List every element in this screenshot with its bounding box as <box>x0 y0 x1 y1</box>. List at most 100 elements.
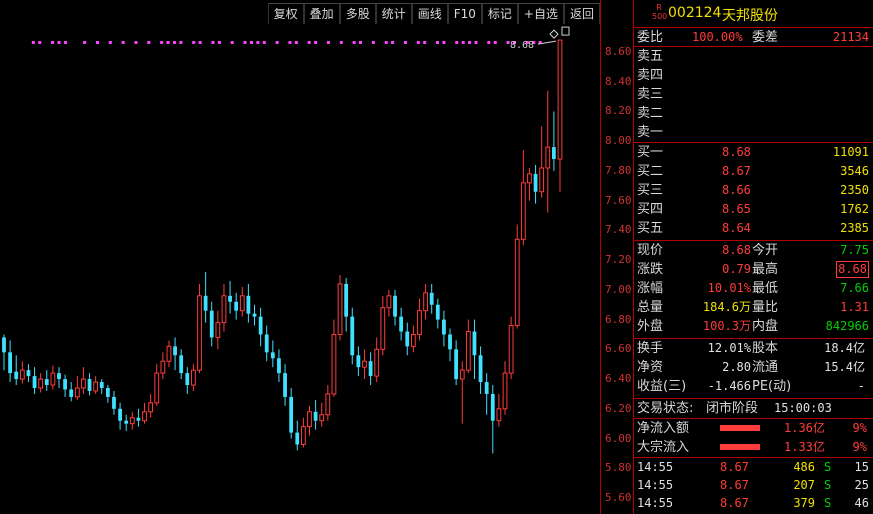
candle-body <box>465 330 471 371</box>
f10-button[interactable]: F10 <box>447 4 482 24</box>
bid-row[interactable]: 买四 8.65 1762 <box>634 200 873 219</box>
signal-dot <box>359 41 363 44</box>
candle <box>374 337 380 383</box>
candle-body <box>405 331 410 347</box>
bid-row[interactable]: 买一 8.68 11091 <box>634 143 873 162</box>
candle <box>527 167 532 201</box>
candle <box>478 346 483 394</box>
candle <box>99 379 104 394</box>
signal-dot <box>307 41 311 44</box>
candle-body <box>442 319 446 335</box>
level-volume: 2385 <box>840 221 869 235</box>
ask-book: 卖五 卖四卖三卖二 卖一 <box>634 47 873 142</box>
candle-body <box>99 382 104 388</box>
fund-row: 净资 2.80 流通 15.4亿 <box>634 358 873 377</box>
quote-value: 7.75 <box>840 243 869 257</box>
ask-row[interactable]: 卖三 <box>634 85 873 104</box>
fundamentals-block: 换手 12.01% 股本 18.4亿 净资 2.80 流通 15.4亿 收益(三) -1.466 P… <box>634 339 873 396</box>
level-label: 买一 <box>637 145 664 160</box>
candle-body <box>112 396 116 409</box>
fund-label: 流通 <box>752 360 779 375</box>
signal-dot <box>262 41 266 44</box>
candle-body <box>313 411 318 421</box>
candle-body <box>129 417 135 425</box>
price-tick-label: 8.00 <box>605 134 632 148</box>
candle <box>362 349 367 380</box>
level-price: 8.68 <box>722 145 751 159</box>
level-label: 卖三 <box>637 87 664 102</box>
signal-dot <box>249 41 253 44</box>
price-tick-label: 6.60 <box>605 342 632 356</box>
candle <box>179 349 184 380</box>
candle-body <box>270 352 275 359</box>
signal-dot <box>442 41 446 44</box>
tick-list[interactable]: 14:55 8.67 486 S 15 14:55 8.67 207 S 25 14:55 8.67 3… <box>634 458 873 512</box>
fuquan-button[interactable]: 复权 <box>267 4 304 24</box>
signal-dot <box>326 41 330 44</box>
candle-body <box>209 310 214 338</box>
quote-value: 842966 <box>825 319 869 333</box>
candle <box>124 414 129 432</box>
signal-dot <box>230 41 234 44</box>
candle-body <box>93 381 99 392</box>
bid-row[interactable]: 买二 8.67 3546 <box>634 162 873 181</box>
fund-row: 收益(三) -1.466 PE(动) - <box>634 377 873 396</box>
candle <box>203 272 208 323</box>
fund-value: 15.4亿 <box>824 360 865 374</box>
candle <box>221 283 227 332</box>
bid-row[interactable]: 买三 8.66 2350 <box>634 181 873 200</box>
quote-label: 今开 <box>752 243 779 258</box>
candle <box>246 283 251 323</box>
overlay-button[interactable]: 叠加 <box>303 4 340 24</box>
candle-body <box>539 167 545 193</box>
signal-dot <box>179 41 183 44</box>
diamond-icon <box>549 29 559 39</box>
add-watchlist-button[interactable]: +自选 <box>517 4 564 24</box>
candle-body <box>221 295 227 324</box>
candle <box>148 393 154 418</box>
stock-header: R 500 002124 天邦股份 <box>634 0 873 28</box>
candle <box>74 376 80 400</box>
kline-chart[interactable]: 8.68 复权 叠加 多股 统计 画线 F10 标记 +自选 返回 <box>0 0 600 514</box>
bid-row[interactable]: 买五 8.64 2385 <box>634 219 873 238</box>
candle <box>142 402 147 424</box>
signal-dot <box>31 41 35 44</box>
ask-row[interactable]: 卖四 <box>634 66 873 85</box>
signal-dot <box>416 41 420 44</box>
candle-body <box>142 411 147 422</box>
quote-value: 7.66 <box>840 281 869 295</box>
candle-body <box>399 316 404 332</box>
candle <box>87 373 92 396</box>
candle-body <box>454 349 459 380</box>
candle-body <box>264 334 269 353</box>
statistics-button[interactable]: 统计 <box>375 4 412 24</box>
draw-line-button[interactable]: 画线 <box>411 4 448 24</box>
price-tick-label: 7.80 <box>605 163 632 177</box>
ask-row[interactable]: 卖五 <box>634 47 873 66</box>
candle <box>2 334 6 371</box>
quote-label: 最低 <box>752 281 779 296</box>
tick-side: S <box>824 496 832 510</box>
signal-dot <box>83 41 87 44</box>
candle <box>380 295 386 356</box>
candle-body <box>148 402 154 413</box>
net-inflow-value: 1.36亿 <box>784 421 825 435</box>
candle <box>26 364 31 383</box>
signal-dot <box>217 41 221 44</box>
tick-side: S <box>824 460 832 474</box>
quote-row: 涨跌 0.79 最高 8.68 <box>634 260 873 279</box>
signal-dot <box>63 41 67 44</box>
ask-row[interactable]: 卖一 <box>634 123 873 142</box>
back-button[interactable]: 返回 <box>563 4 600 24</box>
ask-row[interactable]: 卖二 <box>634 104 873 123</box>
candle <box>300 417 306 448</box>
candle-body <box>154 372 160 404</box>
candle <box>136 408 141 427</box>
block-inflow-value: 1.33亿 <box>784 440 825 454</box>
candle-body <box>331 333 337 395</box>
mark-button[interactable]: 标记 <box>481 4 518 24</box>
multi-stock-button[interactable]: 多股 <box>339 4 376 24</box>
candle-body <box>2 337 6 353</box>
candle-body <box>74 387 80 398</box>
price-tick-label: 8.40 <box>605 74 632 88</box>
